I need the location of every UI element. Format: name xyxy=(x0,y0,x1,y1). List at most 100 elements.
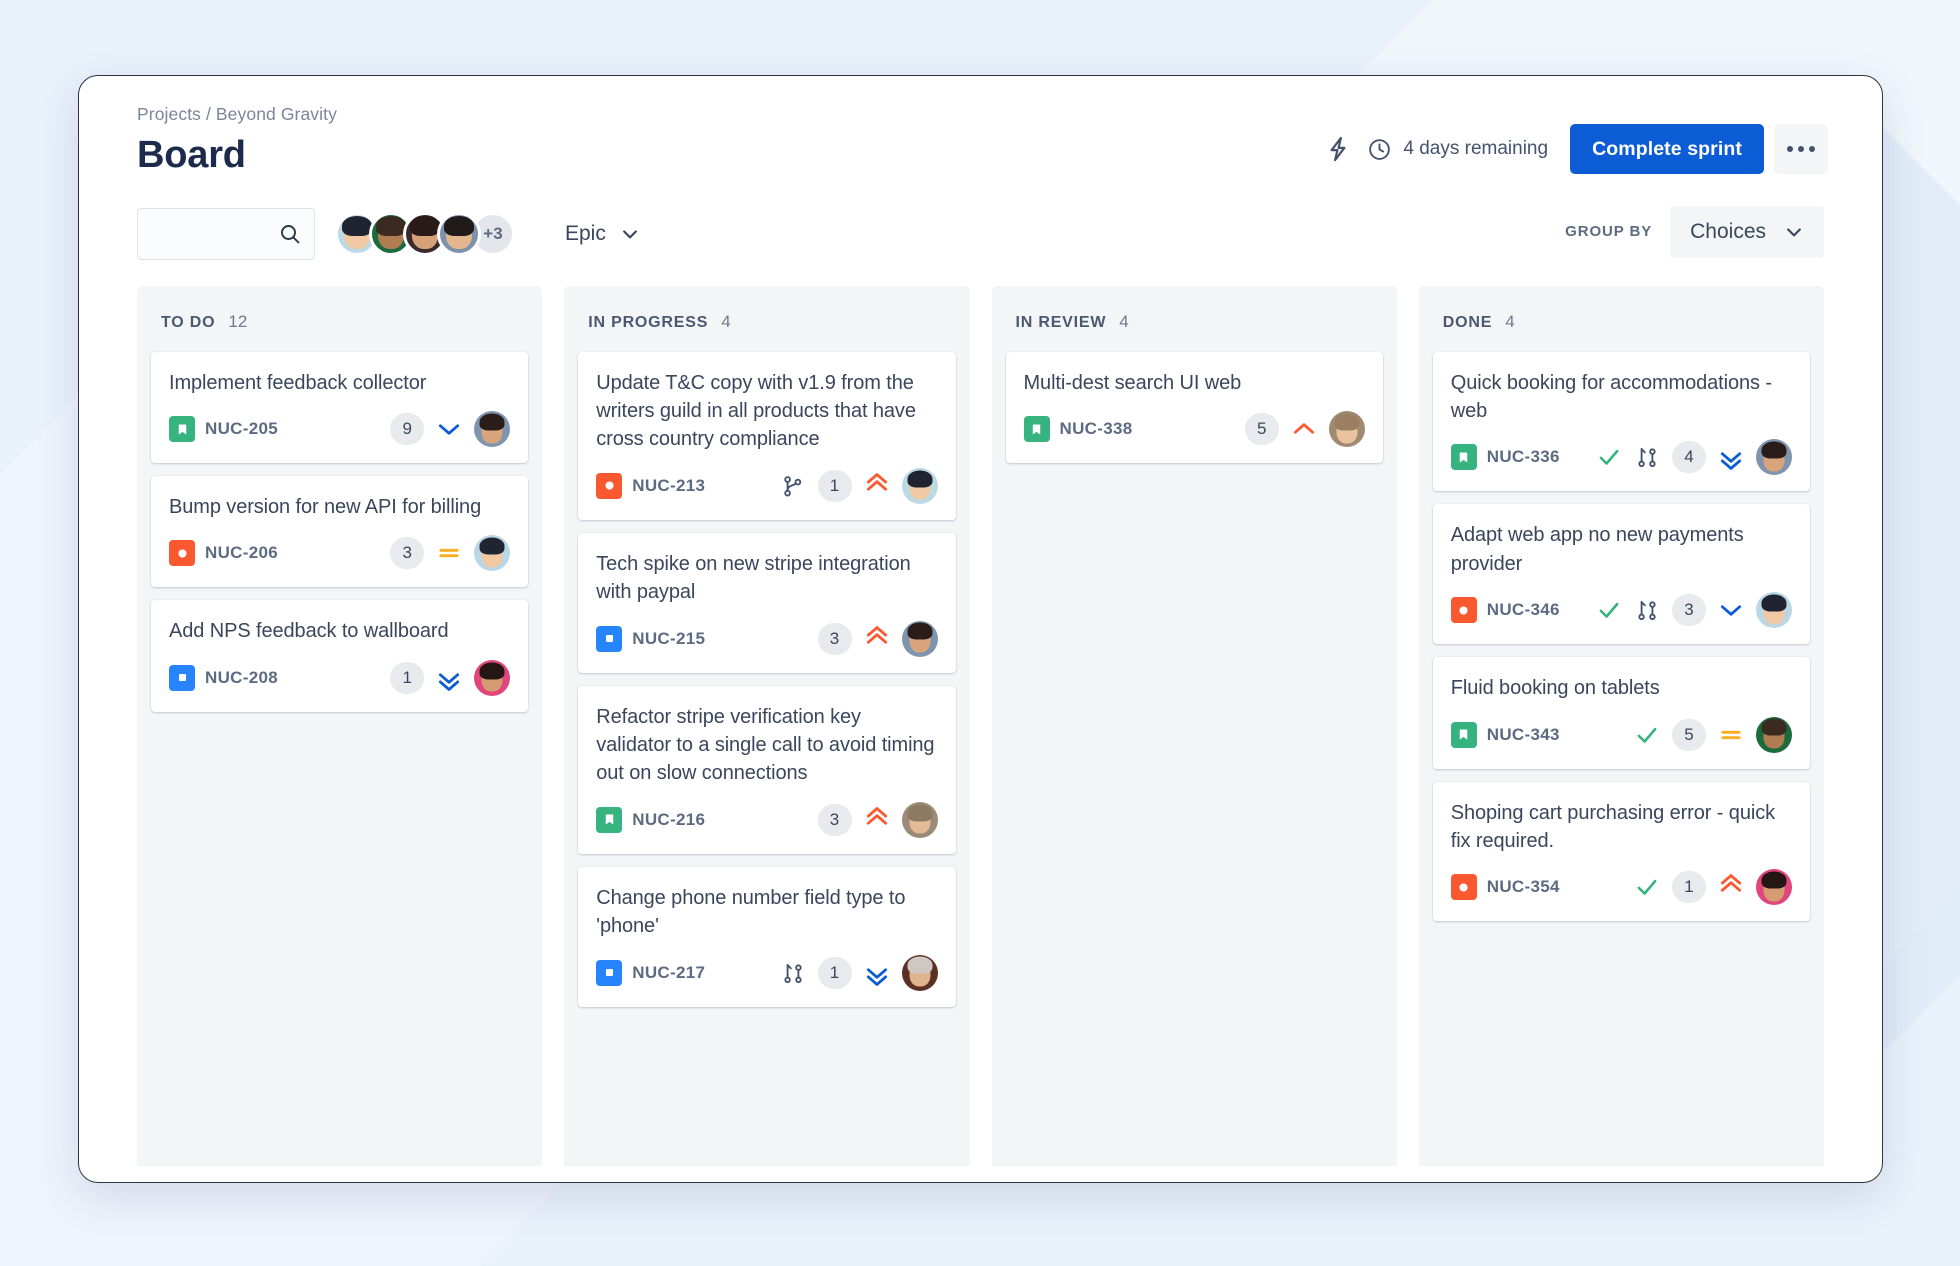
column-name: DONE xyxy=(1442,313,1493,331)
board-card[interactable]: Update T&C copy with v1.9 from the write… xyxy=(578,351,956,520)
board-card[interactable]: Change phone number field type to 'phone… xyxy=(578,866,956,1007)
issue-type-task-icon xyxy=(596,959,623,986)
avatar[interactable] xyxy=(474,535,511,572)
story-points-badge: 3 xyxy=(390,537,425,570)
group-by-dropdown[interactable]: Choices xyxy=(1670,205,1824,258)
clock-icon xyxy=(1367,137,1392,162)
issue-key[interactable]: NUC-205 xyxy=(205,419,278,439)
issue-key[interactable]: NUC-217 xyxy=(632,963,705,983)
epic-filter-label: Epic xyxy=(565,221,606,245)
board-card[interactable]: Fluid booking on tablets NUC-343 5 xyxy=(1432,657,1810,769)
board-card[interactable]: Tech spike on new stripe integration wit… xyxy=(578,532,956,673)
avatar[interactable] xyxy=(474,411,511,448)
lightning-icon[interactable] xyxy=(1315,126,1361,172)
issue-key[interactable]: NUC-216 xyxy=(632,810,705,830)
card-meta: 9 xyxy=(390,411,511,448)
issue-type-story-icon xyxy=(1450,721,1477,748)
priority-high-icon xyxy=(1718,874,1744,900)
card-title: Quick booking for accommodations - web xyxy=(1450,371,1772,423)
card-footer: NUC-205 9 xyxy=(169,411,511,448)
board-card[interactable]: Bump version for new API for billing NUC-… xyxy=(151,476,529,588)
column-header: TO DO 12 xyxy=(151,286,528,352)
card-footer: NUC-208 1 xyxy=(169,659,511,696)
story-points-badge: 1 xyxy=(1672,871,1706,904)
issue-key[interactable]: NUC-346 xyxy=(1487,600,1560,620)
priority-low-icon xyxy=(1718,597,1744,623)
card-meta: 1 xyxy=(390,659,511,696)
avatar[interactable] xyxy=(474,659,511,696)
done-check-icon xyxy=(1634,722,1660,748)
branch-icon[interactable] xyxy=(780,473,806,499)
avatar[interactable] xyxy=(901,801,938,838)
issue-key[interactable]: NUC-215 xyxy=(632,629,705,649)
issue-key[interactable]: NUC-208 xyxy=(205,668,278,688)
board-card[interactable]: Adapt web app no new payments provider NU… xyxy=(1432,504,1810,645)
card-meta: 4 xyxy=(1596,439,1792,476)
issue-type-story-icon xyxy=(596,806,623,833)
complete-sprint-button[interactable]: Complete sprint xyxy=(1570,124,1764,174)
board-columns: TO DO 12 Implement feedback collector NUC-2… xyxy=(79,285,1882,1166)
dot-icon xyxy=(1787,146,1793,152)
search-input[interactable] xyxy=(152,223,278,244)
column-header: IN REVIEW 4 xyxy=(1006,286,1383,352)
card-title: Tech spike on new stripe integration wit… xyxy=(596,552,911,604)
group-by-label: GROUP BY xyxy=(1565,223,1653,241)
issue-key[interactable]: NUC-213 xyxy=(632,476,705,496)
avatar[interactable] xyxy=(1756,869,1792,906)
priority-low-icon xyxy=(436,416,462,442)
avatar[interactable] xyxy=(901,467,938,504)
issue-key[interactable]: NUC-336 xyxy=(1487,447,1560,467)
card-meta: 3 xyxy=(390,535,511,572)
issue-key[interactable]: NUC-354 xyxy=(1487,877,1560,897)
done-check-icon xyxy=(1596,597,1622,623)
issue-key[interactable]: NUC-206 xyxy=(205,543,278,563)
dot-icon xyxy=(1798,146,1804,152)
avatar[interactable] xyxy=(1328,411,1365,448)
search-box[interactable] xyxy=(137,207,315,260)
card-footer: NUC-216 3 xyxy=(596,801,938,838)
pull-request-icon[interactable] xyxy=(780,960,806,986)
story-points-badge: 5 xyxy=(1244,413,1279,446)
card-title: Add NPS feedback to wallboard xyxy=(169,620,449,643)
board-card[interactable]: Implement feedback collector NUC-205 9 xyxy=(151,351,529,464)
card-footer: NUC-338 5 xyxy=(1023,411,1365,448)
column-count: 4 xyxy=(721,311,731,331)
avatar[interactable] xyxy=(901,620,938,657)
more-options-button[interactable] xyxy=(1774,124,1828,174)
avatar[interactable] xyxy=(437,211,481,256)
breadcrumb[interactable]: Projects / Beyond Gravity xyxy=(137,104,1824,125)
days-remaining-label: 4 days remaining xyxy=(1403,138,1549,159)
board-card[interactable]: Quick booking for accommodations - web NU… xyxy=(1432,351,1810,492)
board-toolbar: +3 Epic GROUP BY Choices xyxy=(79,204,1882,264)
card-meta: 3 xyxy=(1596,592,1792,629)
pull-request-icon[interactable] xyxy=(1634,444,1660,470)
board-card[interactable]: Shoping cart purchasing error - quick fi… xyxy=(1432,781,1810,922)
story-points-badge: 5 xyxy=(1672,718,1706,751)
issue-type-bug-icon xyxy=(1450,597,1477,624)
priority-high-icon xyxy=(864,625,890,652)
avatar[interactable] xyxy=(1756,592,1792,629)
pull-request-icon[interactable] xyxy=(1634,597,1660,623)
board-column: DONE 4 Quick booking for accommodations - … xyxy=(1418,285,1824,1166)
epic-filter-dropdown[interactable]: Epic xyxy=(559,214,646,254)
board-card[interactable]: Multi-dest search UI web NUC-338 5 xyxy=(1005,351,1383,464)
card-title: Refactor stripe verification key validat… xyxy=(596,705,935,785)
column-count: 4 xyxy=(1119,311,1129,331)
avatar[interactable] xyxy=(901,954,938,991)
board-card[interactable]: Add NPS feedback to wallboard NUC-208 1 xyxy=(151,600,529,712)
board-column: IN REVIEW 4 Multi-dest search UI web NUC-33… xyxy=(991,285,1397,1166)
issue-key[interactable]: NUC-343 xyxy=(1487,725,1560,745)
chevron-down-icon xyxy=(1784,222,1804,242)
card-footer: NUC-215 3 xyxy=(596,620,938,657)
card-footer: NUC-343 5 xyxy=(1450,716,1792,753)
card-meta: 3 xyxy=(817,620,938,657)
column-name: IN REVIEW xyxy=(1015,313,1107,331)
avatar[interactable] xyxy=(1756,716,1792,753)
story-points-badge: 4 xyxy=(1672,441,1706,474)
page-header: Projects / Beyond Gravity Board 4 days r… xyxy=(79,76,1882,178)
issue-key[interactable]: NUC-338 xyxy=(1060,419,1133,439)
card-title: Multi-dest search UI web xyxy=(1023,371,1242,394)
board-card[interactable]: Refactor stripe verification key validat… xyxy=(578,685,956,854)
chevron-down-icon xyxy=(620,224,640,244)
avatar[interactable] xyxy=(1756,439,1792,476)
